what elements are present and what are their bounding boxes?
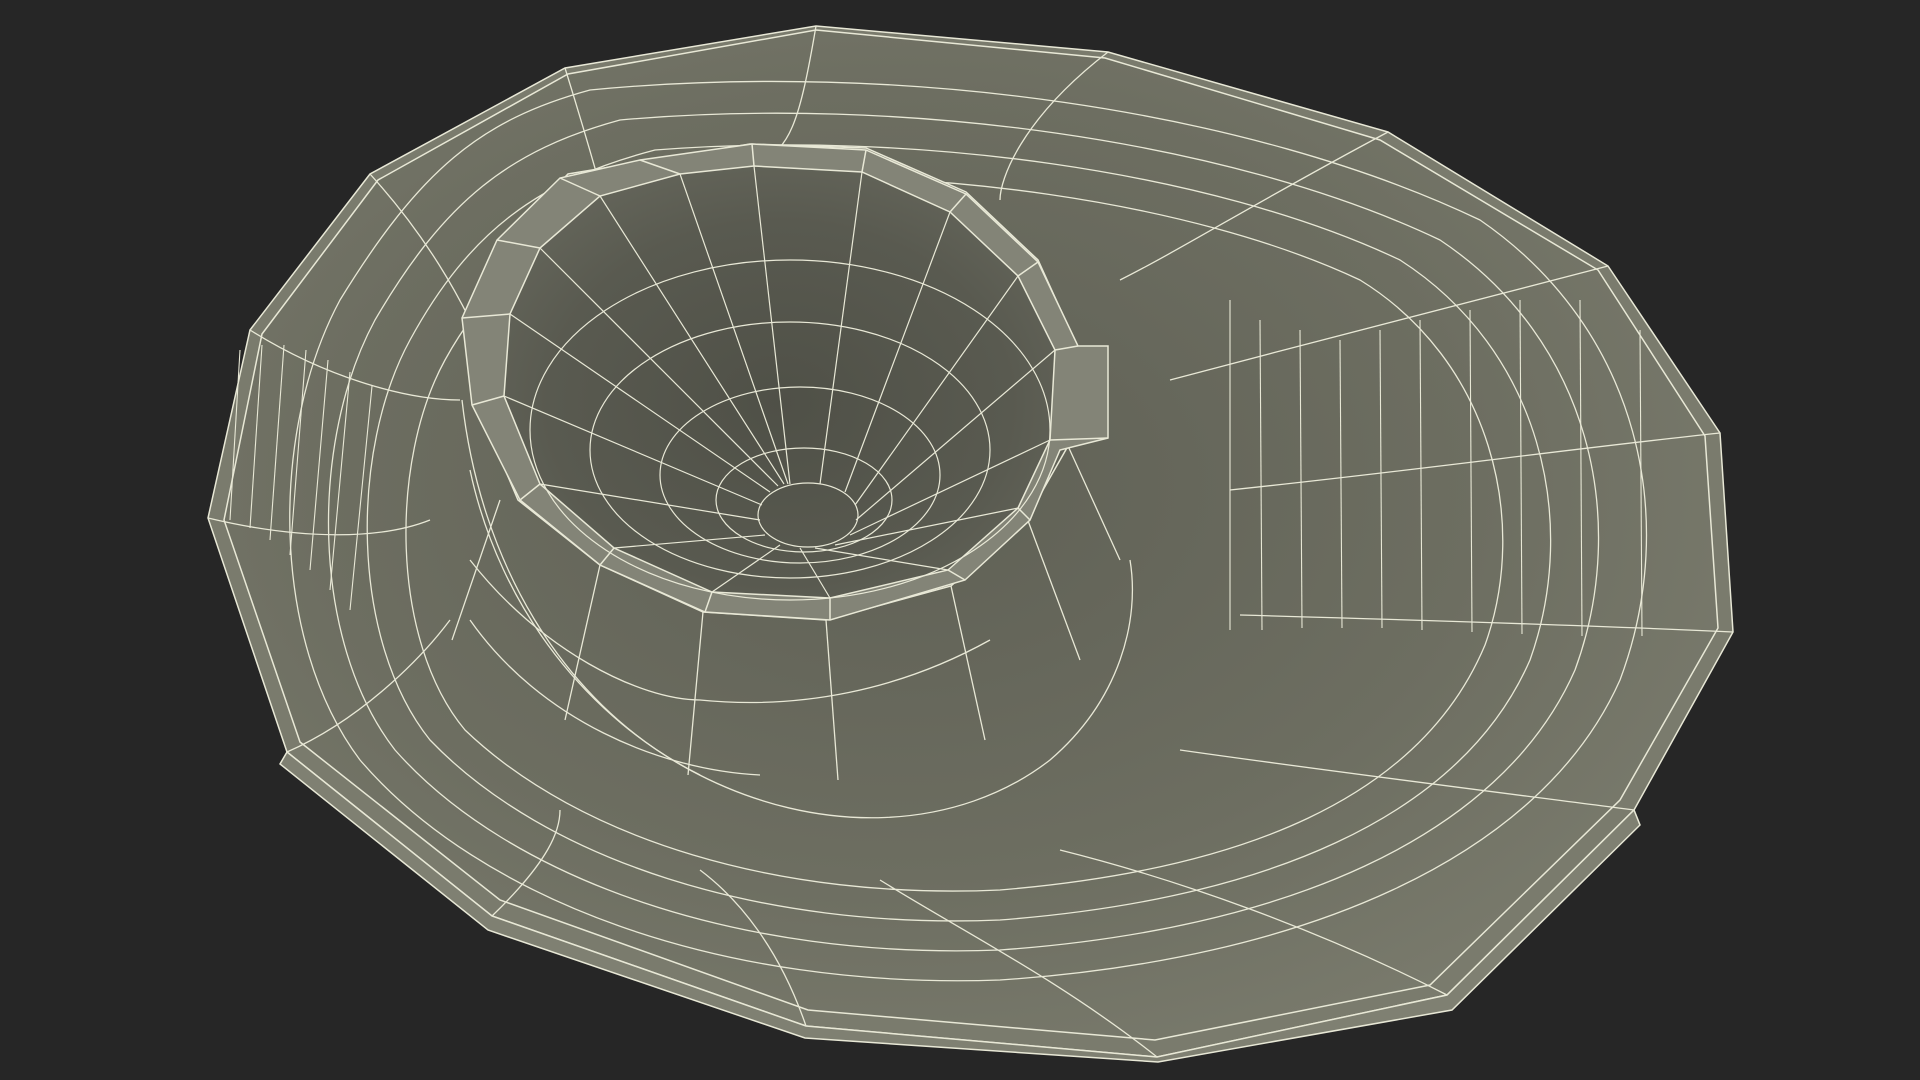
render-viewport [0,0,1920,1080]
wireframe-model [207,25,1734,1063]
